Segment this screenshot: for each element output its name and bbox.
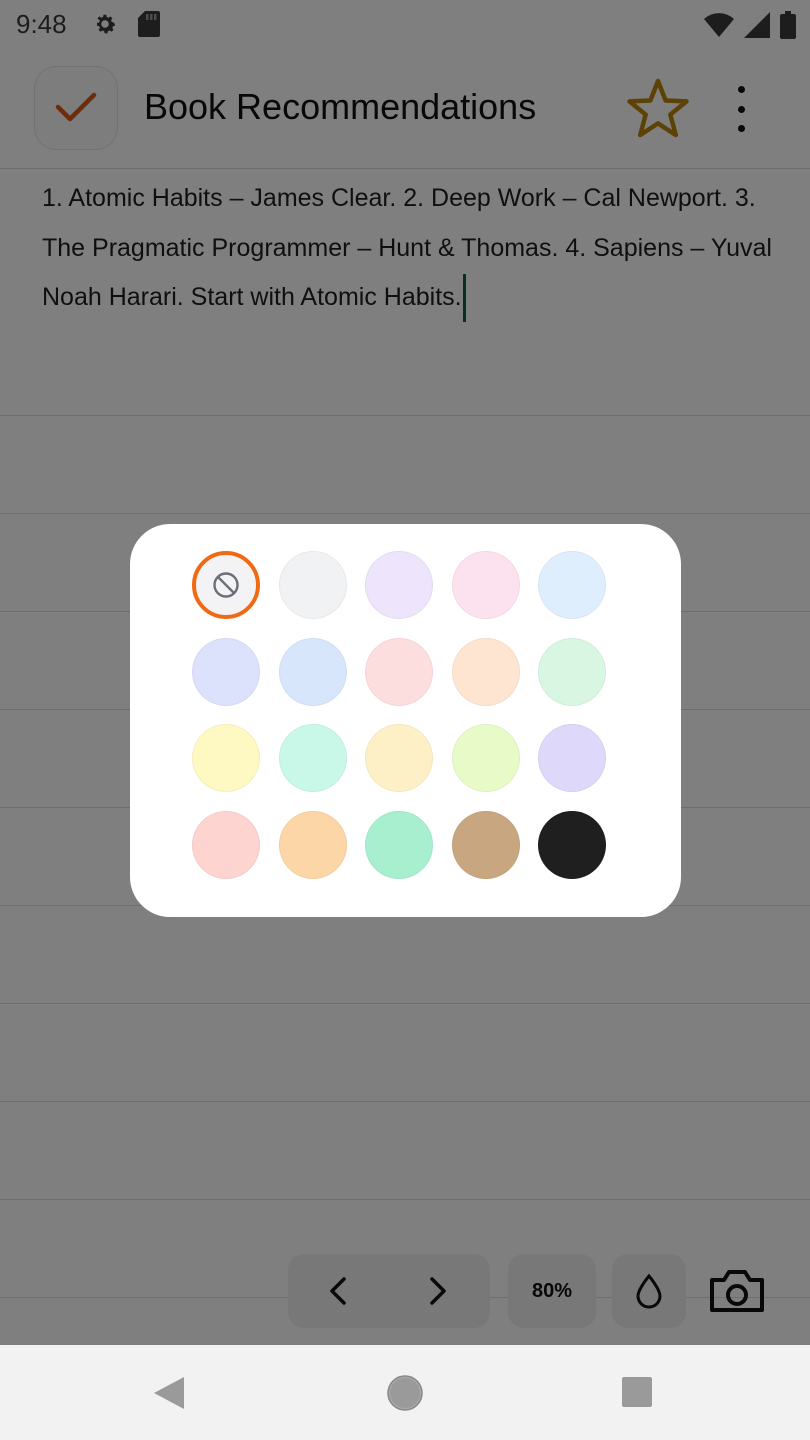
home-circle-icon[interactable] bbox=[386, 1374, 424, 1417]
color-swatch-18[interactable] bbox=[451, 811, 520, 880]
color-swatch-19[interactable] bbox=[538, 811, 606, 880]
color-swatch-13[interactable] bbox=[451, 724, 520, 793]
color-swatch-5[interactable] bbox=[192, 637, 260, 706]
color-swatch-12[interactable] bbox=[365, 724, 433, 793]
color-swatch-17[interactable] bbox=[365, 811, 433, 880]
color-swatch-6[interactable] bbox=[278, 637, 347, 706]
back-triangle-icon[interactable] bbox=[150, 1375, 186, 1416]
recents-square-icon[interactable] bbox=[622, 1377, 652, 1407]
color-picker-dialog bbox=[130, 524, 681, 917]
color-swatch-11[interactable] bbox=[278, 724, 347, 793]
color-swatch-10[interactable] bbox=[192, 724, 260, 793]
color-swatch-15[interactable] bbox=[192, 811, 260, 880]
color-swatch-3[interactable] bbox=[451, 551, 520, 619]
color-swatch-16[interactable] bbox=[278, 811, 347, 880]
color-swatch-8[interactable] bbox=[451, 637, 520, 706]
system-nav-bar bbox=[0, 1345, 810, 1440]
color-swatch-7[interactable] bbox=[365, 637, 433, 706]
color-swatch-grid bbox=[192, 551, 624, 897]
color-swatch-none[interactable] bbox=[192, 551, 260, 619]
color-swatch-14[interactable] bbox=[538, 724, 606, 793]
color-swatch-9[interactable] bbox=[538, 637, 606, 706]
color-swatch-1[interactable] bbox=[278, 551, 347, 619]
block-icon bbox=[213, 572, 239, 598]
color-swatch-2[interactable] bbox=[365, 551, 433, 619]
color-swatch-4[interactable] bbox=[538, 551, 606, 619]
